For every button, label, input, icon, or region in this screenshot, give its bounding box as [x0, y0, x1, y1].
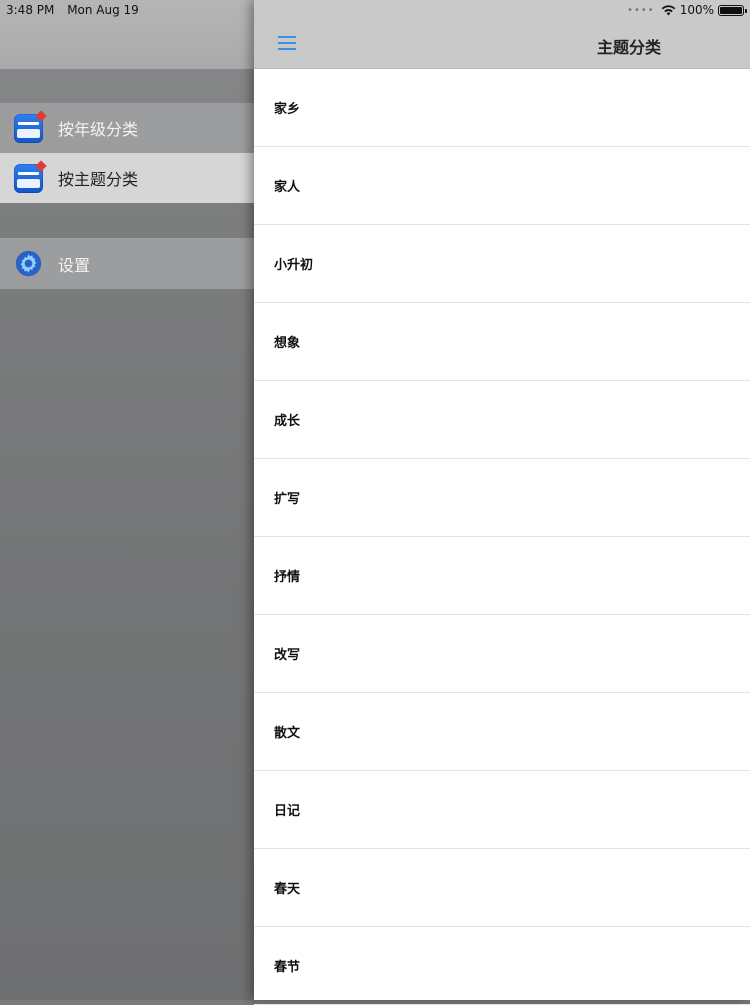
list-item[interactable]: 想象	[254, 303, 750, 381]
status-bar-right: •••• 100%	[627, 3, 747, 17]
hamburger-menu-icon[interactable]	[278, 36, 296, 50]
list-item[interactable]: 散文	[254, 693, 750, 771]
drawer-item-settings[interactable]: 设置	[0, 238, 254, 289]
side-drawer: 3:48 PM Mon Aug 19 按年级分类 按主题分类 设置	[0, 0, 254, 1000]
app-book-icon	[14, 159, 47, 193]
topic-panel: •••• 100% 主题分类 家乡 家人 小升初 想象 成长 扩写 抒情 改写 散文 日记 春天 春节	[254, 0, 750, 1005]
battery-percent: 100%	[679, 3, 714, 17]
status-date: Mon Aug 19	[67, 3, 139, 17]
list-item[interactable]: 抒情	[254, 537, 750, 615]
list-item[interactable]: 家人	[254, 147, 750, 225]
list-item[interactable]: 扩写	[254, 459, 750, 537]
list-item[interactable]: 成长	[254, 381, 750, 459]
list-item[interactable]: 改写	[254, 615, 750, 693]
app-book-icon	[14, 109, 47, 143]
drawer-item-label: 按年级分类	[58, 120, 139, 139]
topic-list: 家乡 家人 小升初 想象 成长 扩写 抒情 改写 散文 日记 春天 春节	[254, 69, 750, 1005]
status-time: 3:48 PM	[6, 3, 55, 17]
drawer-item-grade[interactable]: 按年级分类	[0, 103, 254, 153]
drawer-item-label: 设置	[58, 255, 91, 275]
wifi-icon	[661, 4, 675, 16]
navigation-bar: •••• 100% 主题分类	[254, 0, 750, 69]
list-item[interactable]: 日记	[254, 771, 750, 849]
list-item[interactable]: 春天	[254, 849, 750, 927]
page-title: 主题分类	[596, 38, 661, 57]
signal-dots-icon: ••••	[627, 4, 655, 16]
list-item[interactable]: 春节	[254, 927, 750, 1005]
list-item[interactable]: 小升初	[254, 225, 750, 303]
drawer-header: 3:48 PM Mon Aug 19	[0, 0, 254, 69]
drawer-item-label: 按主题分类	[58, 170, 139, 189]
list-item[interactable]: 家乡	[254, 69, 750, 147]
status-bar-left: 3:48 PM Mon Aug 19	[6, 3, 148, 17]
gear-icon	[15, 250, 42, 277]
battery-icon	[718, 4, 747, 16]
drawer-item-topic[interactable]: 按主题分类	[0, 153, 254, 203]
